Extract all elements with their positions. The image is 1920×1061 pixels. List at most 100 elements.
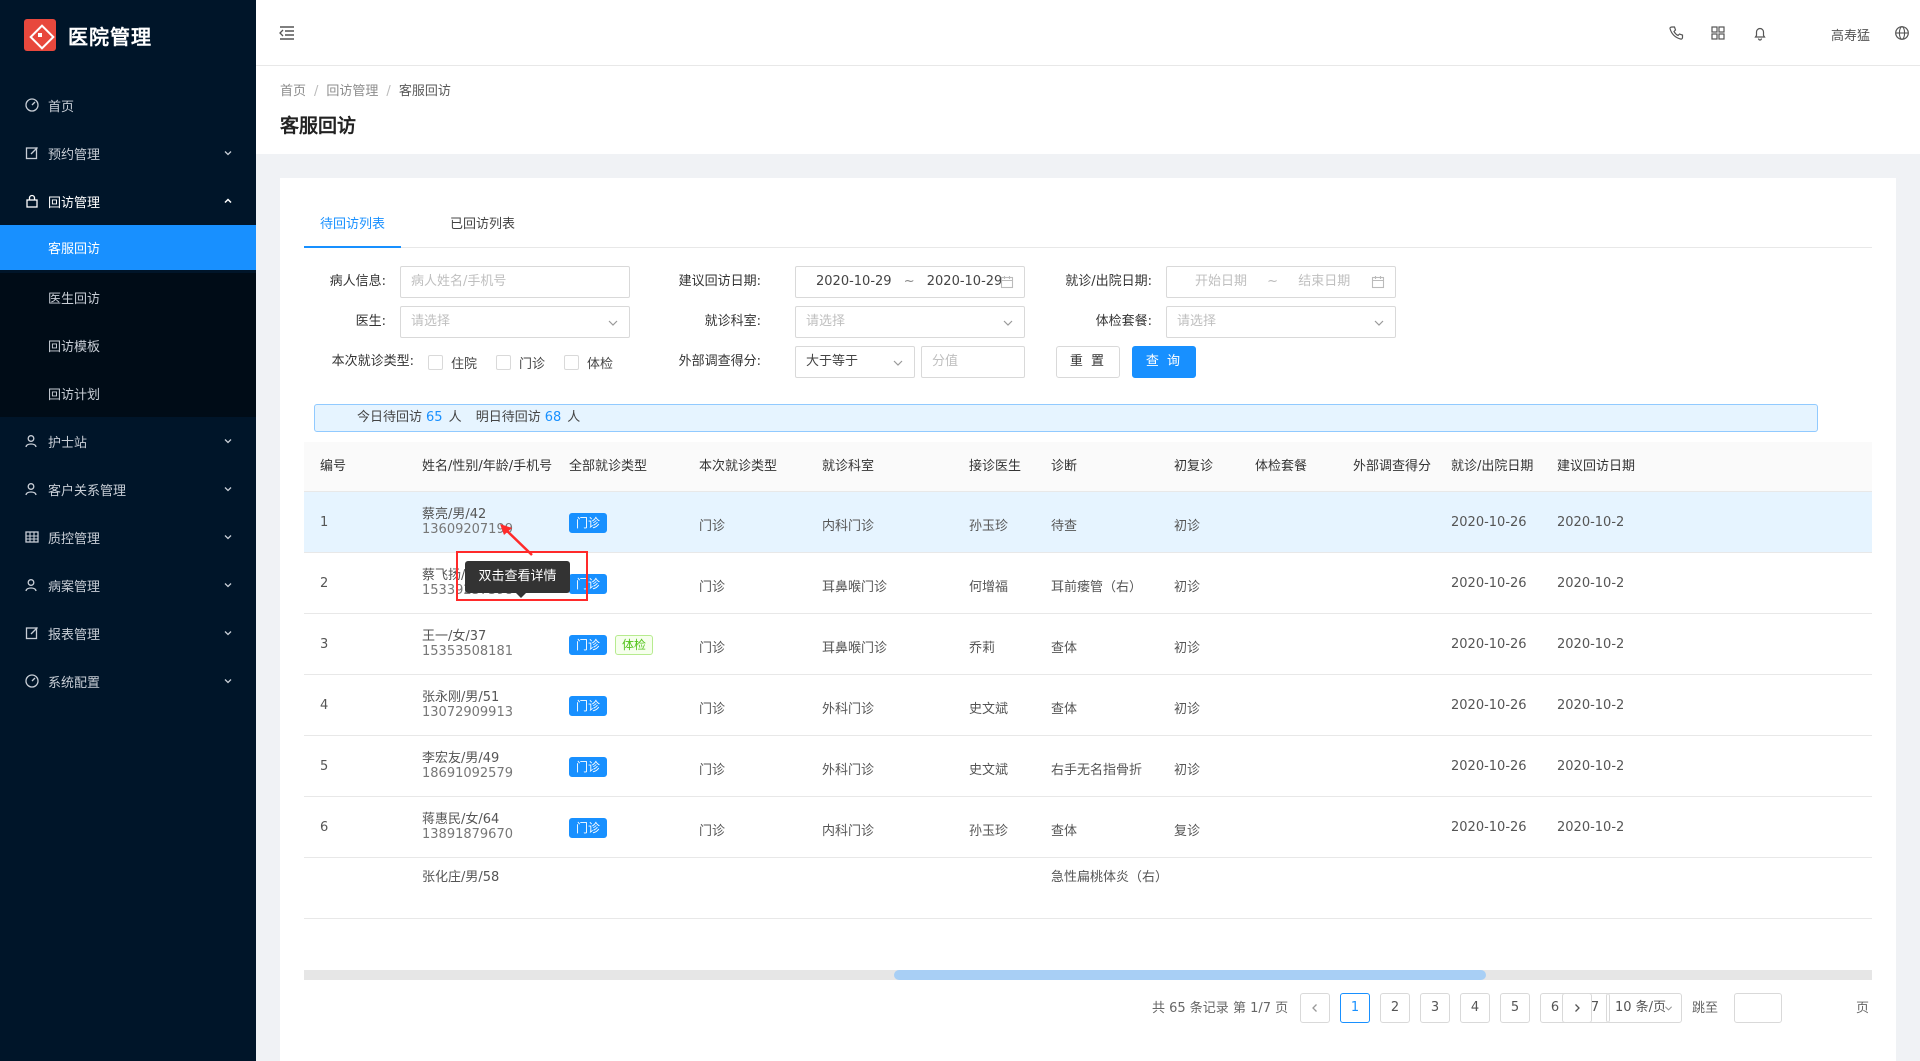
chevron-up-icon [224,198,232,204]
sidebar-item-label: 病案管理 [48,579,101,595]
page-header: 首页 / 回访管理 / 客服回访 客服回访 [256,66,1920,154]
chevron-down-icon [224,535,232,540]
jump-page-input[interactable] [1734,993,1782,1023]
sidebar-item-settings[interactable]: 系统配置 [0,657,256,705]
sidebar-item-records[interactable]: 病案管理 [0,561,256,609]
table-row[interactable]: 1 蔡亮/男/42 13609207199 门诊 门诊 内科门诊 孙玉珍 待查 初诊 2020-1… [304,492,1872,553]
table-row[interactable]: 4 张永刚/男/51 13072909913 门诊 门诊 外科门诊 史文斌 查体 初诊 2020-… [304,675,1872,736]
sidebar-item-crm[interactable]: 客户关系管理 [0,465,256,513]
sidebar-item-reports[interactable]: 报表管理 [0,609,256,657]
chevron-down-icon [893,360,903,366]
cell-doctor: 史文斌 [969,702,1009,717]
phone-icon[interactable] [1668,25,1684,41]
table-row[interactable]: 3 王一/女/37 15353508181 门诊 体检 门诊 耳鼻喉门诊 乔莉 查体 初诊 2020… [304,614,1872,675]
prev-page-button[interactable] [1300,993,1330,1023]
tab-completed[interactable]: 已回访列表 [434,208,531,248]
cell-id: 2 [320,576,329,591]
checkbox-box [564,354,579,370]
score-operator-select[interactable]: 大于等于 [795,346,915,378]
suggest-date-range-picker[interactable]: 2020-10-29 ~ 2020-10-29 [795,266,1025,298]
cell-department: 耳鼻喉门诊 [822,641,888,656]
sidebar-item-appointment[interactable]: 预约管理 [0,129,256,177]
breadcrumb-item-current: 客服回访 [398,84,451,99]
page-number-button[interactable]: 2 [1380,993,1410,1023]
sidebar-item-label: 回访管理 [48,195,101,211]
column-header: 全部就诊类型 [569,459,648,474]
reset-button[interactable]: 重 置 [1056,346,1120,378]
checkbox-inpatient[interactable]: 住院 [428,346,477,378]
search-button[interactable]: 查 询 [1132,346,1196,378]
column-header: 本次就诊类型 [699,459,778,474]
cell-visit-type: 门诊 [699,519,726,534]
checkbox-label: 体检 [587,356,614,372]
page-number-button[interactable]: 3 [1420,993,1450,1023]
sidebar-item-quality[interactable]: 质控管理 [0,513,256,561]
page-number-button[interactable]: 4 [1460,993,1490,1023]
chevron-down-icon [608,320,618,326]
app-logo[interactable]: 医院管理 [0,0,256,70]
scrollbar-thumb[interactable] [894,970,1486,980]
sidebar-item-cs-followup[interactable]: 客服回访 [0,225,256,270]
edit-icon [24,145,40,161]
menu-fold-icon[interactable] [278,24,296,42]
checkbox-outpatient[interactable]: 门诊 [496,346,545,378]
visit-date-range-picker[interactable]: 开始日期 ~ 结束日期 [1166,266,1396,298]
score-input[interactable]: 分值 [921,346,1025,378]
cell-visit-date: 2020-10-26 [1451,698,1527,713]
sidebar-item-label: 回访计划 [48,387,101,403]
table-row[interactable]: 6 蒋惠民/女/64 13891879670 门诊 门诊 内科门诊 孙玉珍 查体 复诊 2020-… [304,797,1872,858]
globe-icon[interactable] [1894,25,1910,41]
checkbox-checkup[interactable]: 体检 [564,346,613,378]
chevron-down-icon [1374,320,1384,326]
jump-label: 跳至 [1692,1001,1719,1016]
breadcrumb-item[interactable]: 首页 [280,84,306,99]
user-name[interactable]: 高寿猛 [1831,25,1870,44]
bell-icon[interactable] [1752,25,1768,41]
sidebar-item-followup-template[interactable]: 回访模板 [0,321,256,369]
tomorrow-count: 68 [544,410,562,425]
column-header: 接诊医生 [969,459,1022,474]
package-select[interactable]: 请选择 [1166,306,1396,338]
cell-id: 1 [320,515,329,530]
sidebar-item-followup[interactable]: 回访管理 [0,177,256,225]
department-select[interactable]: 请选择 [795,306,1025,338]
cell-visit-type: 门诊 [699,580,726,595]
sidebar-item-nurse-station[interactable]: 护士站 [0,417,256,465]
cell-patient-name: 王一/女/37 [422,629,487,644]
lock-icon [24,193,40,209]
cell-diagnosis: 查体 [1051,702,1078,717]
unit: 人 [448,410,462,425]
column-header: 体检套餐 [1255,459,1308,474]
page-size-select[interactable]: 10 条/页 [1606,993,1682,1023]
next-page-button[interactable] [1562,993,1592,1023]
cell-diagnosis: 查体 [1051,824,1078,839]
page-number-button[interactable]: 1 [1340,993,1370,1023]
page-number-button[interactable]: 5 [1500,993,1530,1023]
doctor-select[interactable]: 请选择 [400,306,630,338]
pending-summary-banner: 今日待回访 65 人 明日待回访 68 人 [314,404,1818,432]
tab-bar: 待回访列表 已回访列表 [304,208,1872,248]
patient-search-input[interactable]: 病人姓名/手机号 [400,266,630,298]
sidebar-item-label: 护士站 [48,435,88,451]
row-tooltip: 双击查看详情 [465,561,570,593]
chevron-down-icon [224,487,232,492]
patient-info-label: 病人信息: [329,274,386,289]
column-header: 初复诊 [1174,459,1214,474]
tooltip-pointer [516,593,526,598]
cell-suggest-date: 2020-10-2 [1557,576,1625,591]
cell-doctor: 乔莉 [969,641,996,656]
edit-icon [24,625,40,641]
visit-type-tag: 门诊 [569,818,608,838]
apps-icon[interactable] [1710,25,1726,41]
tab-pending[interactable]: 待回访列表 [304,208,402,248]
sidebar-item-doctor-followup[interactable]: 医生回访 [0,273,256,321]
cell-all-visit-types: 门诊 [569,696,615,716]
cell-all-visit-types: 门诊 [569,757,615,777]
horizontal-scrollbar[interactable] [304,970,1872,980]
table-row[interactable]: 5 李宏友/男/49 18691092579 门诊 门诊 外科门诊 史文斌 右手无名指骨折 初诊… [304,736,1872,797]
sidebar-item-followup-plan[interactable]: 回访计划 [0,369,256,417]
sidebar-item-home[interactable]: 首页 [0,81,256,129]
breadcrumb-item[interactable]: 回访管理 [326,84,378,99]
cell-suggest-date: 2020-10-2 [1557,759,1625,774]
table-row[interactable]: 张化庄/男/58 急性扁桃体炎（右） [304,858,1872,919]
